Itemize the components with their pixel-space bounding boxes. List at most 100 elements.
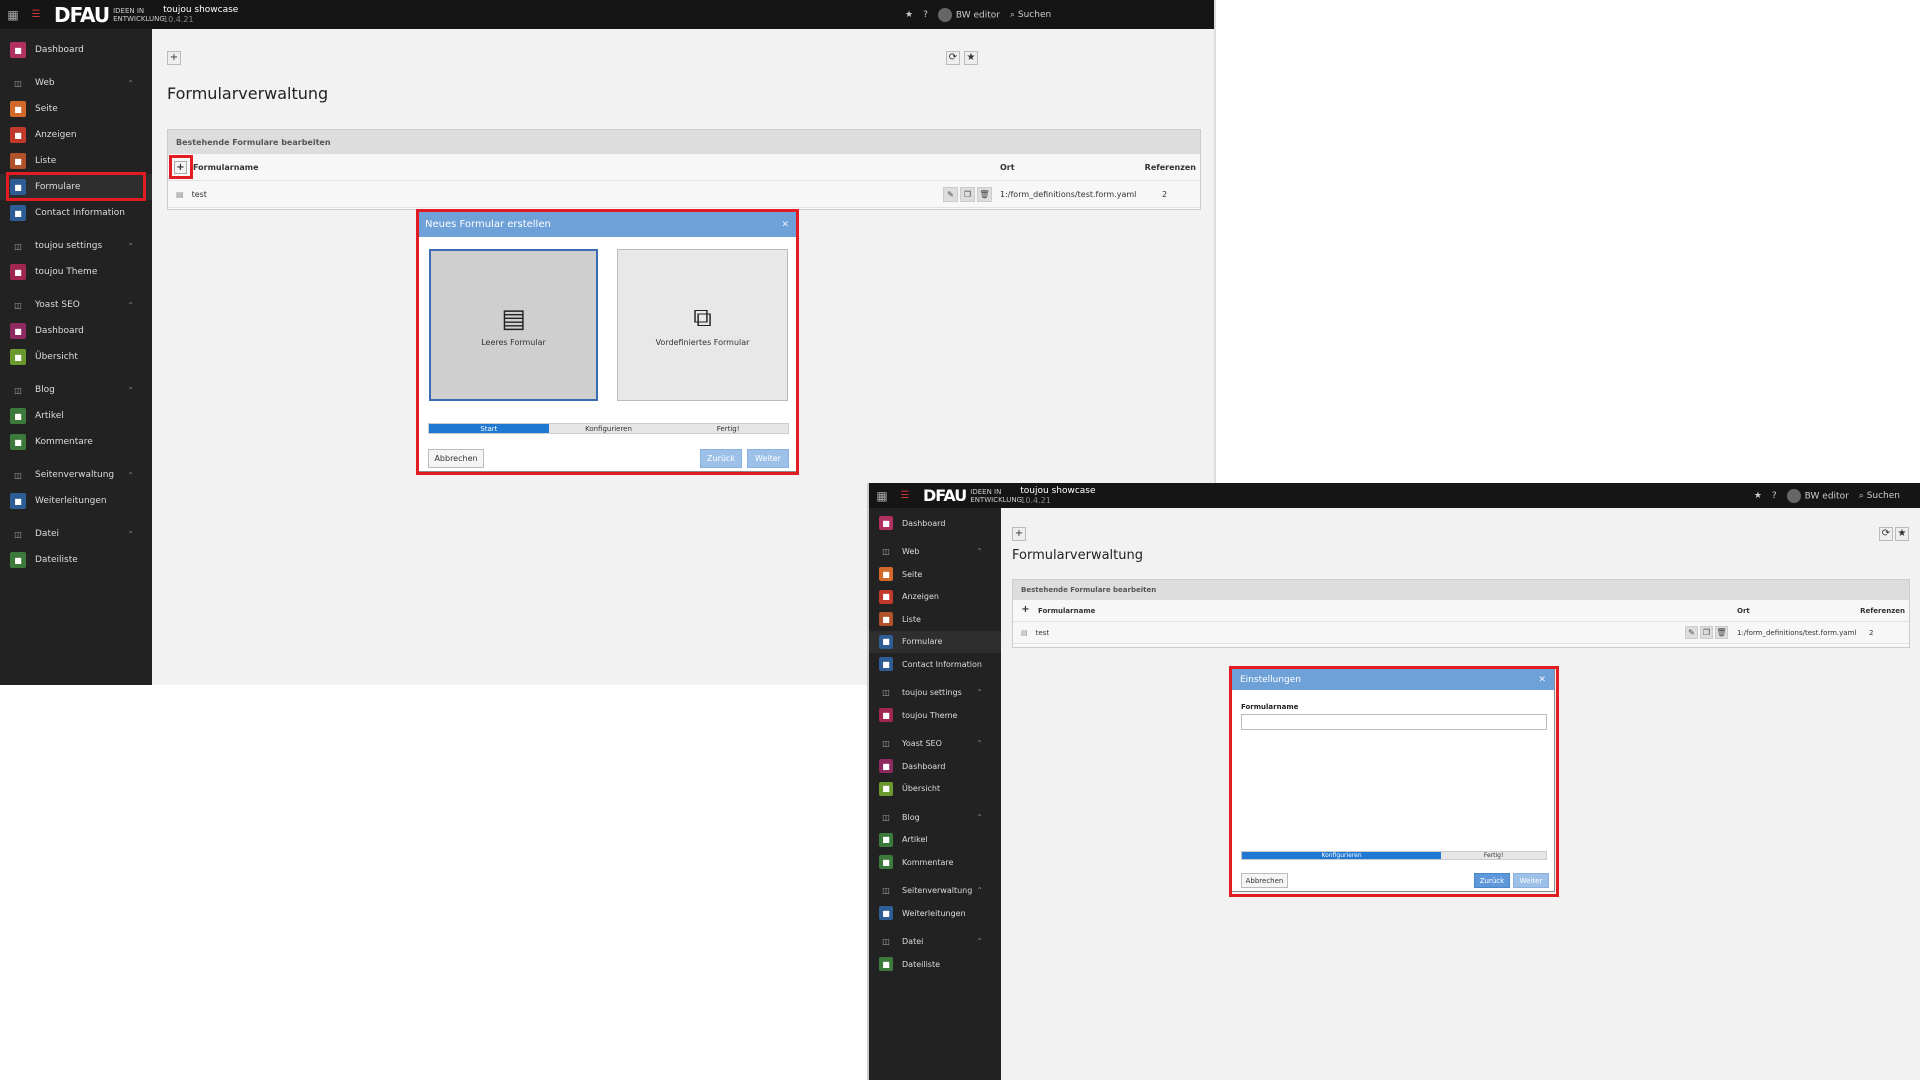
sidebar-item-dashboard[interactable]: ■ Dashboard xyxy=(0,37,152,63)
sidebar-item-übersicht[interactable]: ■ Übersicht xyxy=(0,344,152,370)
sidebar-item-dashboard[interactable]: ■ Dashboard xyxy=(869,755,1001,778)
chevron-up-icon[interactable]: ⌃ xyxy=(127,530,134,539)
chevron-up-icon[interactable]: ⌃ xyxy=(976,688,983,697)
sidebar-item-contact-information[interactable]: ■ Contact Information xyxy=(869,653,1001,676)
sidebar-item-label: Seitenverwaltung xyxy=(35,470,115,480)
site-info: toujou showcase 10.4.21 xyxy=(1020,486,1095,506)
sidebar-item-blog[interactable]: ◫ Blog ⌃ xyxy=(869,806,1001,829)
new-form-button[interactable]: + xyxy=(1019,604,1032,617)
app-grid-icon[interactable]: ▦ xyxy=(869,489,895,503)
sidebar-item-liste[interactable]: ■ Liste xyxy=(0,148,152,174)
sidebar-item-artikel[interactable]: ■ Artikel xyxy=(0,403,152,429)
chevron-up-icon[interactable]: ⌃ xyxy=(127,301,134,310)
search-button[interactable]: ⌕ Suchen xyxy=(1010,10,1051,20)
sidebar-item-artikel[interactable]: ■ Artikel xyxy=(869,829,1001,852)
sidebar-item-kommentare[interactable]: ■ Kommentare xyxy=(869,851,1001,874)
chevron-up-icon[interactable]: ⌃ xyxy=(127,242,134,251)
chevron-up-icon[interactable]: ⌃ xyxy=(976,547,983,556)
help-icon[interactable]: ? xyxy=(923,10,928,20)
bookmark-star-icon[interactable]: ★ xyxy=(905,10,913,20)
sidebar-item-seitenverwaltung[interactable]: ◫ Seitenverwaltung ⌃ xyxy=(869,880,1001,903)
table-row[interactable]: ▤ test ✎ ❐ 🗑 1:/form_definitions/test.fo… xyxy=(1013,622,1909,644)
sidebar-item-weiterleitungen[interactable]: ■ Weiterleitungen xyxy=(0,488,152,514)
col-formname: Formularname xyxy=(193,162,259,172)
duplicate-icon[interactable]: ❐ xyxy=(1700,626,1713,639)
sidebar-item-web[interactable]: ◫ Web ⌃ xyxy=(869,541,1001,564)
avatar xyxy=(1786,488,1801,503)
sidebar-item-anzeigen[interactable]: ■ Anzeigen xyxy=(869,586,1001,609)
new-form-button[interactable]: + xyxy=(174,160,187,174)
sidebar-item-toujou-theme[interactable]: ■ toujou Theme xyxy=(869,704,1001,727)
chevron-up-icon[interactable]: ⌃ xyxy=(127,79,134,88)
bookmark-star-icon[interactable]: ★ xyxy=(1754,491,1762,501)
reload-icon[interactable]: ⟳ xyxy=(946,51,960,65)
sidebar-item-web[interactable]: ◫ Web ⌃ xyxy=(0,70,152,96)
delete-icon[interactable]: 🗑 xyxy=(1715,626,1728,639)
duplicate-icon[interactable]: ❐ xyxy=(960,186,975,202)
delete-icon[interactable]: 🗑 xyxy=(977,186,992,202)
site-version: 10.4.21 xyxy=(1020,495,1051,505)
user-menu[interactable]: BW editor xyxy=(1786,488,1849,503)
close-icon[interactable]: ✕ xyxy=(1538,675,1546,685)
shortcut-star-icon[interactable]: ★ xyxy=(1895,527,1909,541)
formname-input[interactable] xyxy=(1241,714,1547,730)
search-button[interactable]: ⌕ Suchen xyxy=(1859,491,1900,501)
cancel-button[interactable]: Abbrechen xyxy=(428,449,484,468)
chevron-up-icon[interactable]: ⌃ xyxy=(976,937,983,946)
sidebar-item-seite[interactable]: ■ Seite xyxy=(0,96,152,122)
table-row[interactable]: ▤ test ✎ ❐ 🗑 1:/form_definitions/test.fo… xyxy=(168,181,1200,208)
sidebar-item-dateiliste[interactable]: ■ Dateiliste xyxy=(0,547,152,573)
sidebar-item-datei[interactable]: ◫ Datei ⌃ xyxy=(0,521,152,547)
close-icon[interactable]: ✕ xyxy=(781,220,789,230)
row-form-name[interactable]: test xyxy=(1036,629,1049,637)
edit-icon[interactable]: ✎ xyxy=(1685,626,1698,639)
blank-form-option[interactable]: ▤ Leeres Formular xyxy=(429,249,598,401)
chevron-up-icon[interactable]: ⌃ xyxy=(976,739,983,748)
sidebar-item-toujou-settings[interactable]: ◫ toujou settings ⌃ xyxy=(0,233,152,259)
sidebar-item-dashboard[interactable]: ■ Dashboard xyxy=(0,318,152,344)
next-button[interactable]: Weiter xyxy=(747,449,789,468)
sidebar-item-contact-information[interactable]: ■ Contact Information xyxy=(0,200,152,226)
sidebar-item-dateiliste[interactable]: ■ Dateiliste xyxy=(869,953,1001,976)
chevron-up-icon[interactable]: ⌃ xyxy=(127,386,134,395)
sidebar-item-toujou-theme[interactable]: ■ toujou Theme xyxy=(0,259,152,285)
sidebar-item-übersicht[interactable]: ■ Übersicht xyxy=(869,778,1001,801)
group-icon: ◫ xyxy=(882,937,890,947)
sidebar-item-blog[interactable]: ◫ Blog ⌃ xyxy=(0,377,152,403)
edit-icon[interactable]: ✎ xyxy=(943,186,958,202)
reload-icon[interactable]: ⟳ xyxy=(1879,527,1893,541)
row-form-name[interactable]: test xyxy=(192,190,207,199)
back-button[interactable]: Zurück xyxy=(1474,873,1510,888)
sidebar-item-formulare[interactable]: ■ Formulare xyxy=(0,174,152,200)
sidebar-item-toujou-settings[interactable]: ◫ toujou settings ⌃ xyxy=(869,682,1001,705)
sidebar-item-seitenverwaltung[interactable]: ◫ Seitenverwaltung ⌃ xyxy=(0,462,152,488)
chevron-up-icon[interactable]: ⌃ xyxy=(976,813,983,822)
menu-toggle-icon[interactable]: ☰ xyxy=(895,490,915,501)
add-toolbar-button[interactable]: + xyxy=(167,51,181,65)
sidebar-item-anzeigen[interactable]: ■ Anzeigen xyxy=(0,122,152,148)
sidebar-item-yoast-seo[interactable]: ◫ Yoast SEO ⌃ xyxy=(0,292,152,318)
menu-toggle-icon[interactable]: ☰ xyxy=(26,9,46,20)
sidebar-item-yoast-seo[interactable]: ◫ Yoast SEO ⌃ xyxy=(869,733,1001,756)
shortcut-star-icon[interactable]: ★ xyxy=(964,51,978,65)
chevron-up-icon[interactable]: ⌃ xyxy=(976,886,983,895)
add-toolbar-button[interactable]: + xyxy=(1012,527,1026,541)
predefined-form-option[interactable]: ⧉ Vordefiniertes Formular xyxy=(617,249,788,401)
chevron-up-icon[interactable]: ⌃ xyxy=(127,471,134,480)
sidebar-item-weiterleitungen[interactable]: ■ Weiterleitungen xyxy=(869,902,1001,925)
module-icon: ■ xyxy=(879,589,893,604)
sidebar-item-dashboard[interactable]: ■ Dashboard xyxy=(869,512,1001,535)
user-menu[interactable]: BW editor xyxy=(937,7,1000,22)
app-grid-icon[interactable]: ▦ xyxy=(0,8,26,22)
help-icon[interactable]: ? xyxy=(1772,491,1777,501)
sidebar-item-seite[interactable]: ■ Seite xyxy=(869,563,1001,586)
sidebar-item-datei[interactable]: ◫ Datei ⌃ xyxy=(869,931,1001,954)
forms-panel: Bestehende Formulare bearbeiten + Formul… xyxy=(1012,579,1910,648)
sidebar-item-label: Datei xyxy=(35,529,60,539)
sidebar-item-kommentare[interactable]: ■ Kommentare xyxy=(0,429,152,455)
sidebar-item-formulare[interactable]: ■ Formulare xyxy=(869,630,1001,653)
sidebar-item-liste[interactable]: ■ Liste xyxy=(869,608,1001,631)
next-button[interactable]: Weiter xyxy=(1513,873,1549,888)
back-button[interactable]: Zurück xyxy=(700,449,742,468)
cancel-button[interactable]: Abbrechen xyxy=(1241,873,1288,888)
